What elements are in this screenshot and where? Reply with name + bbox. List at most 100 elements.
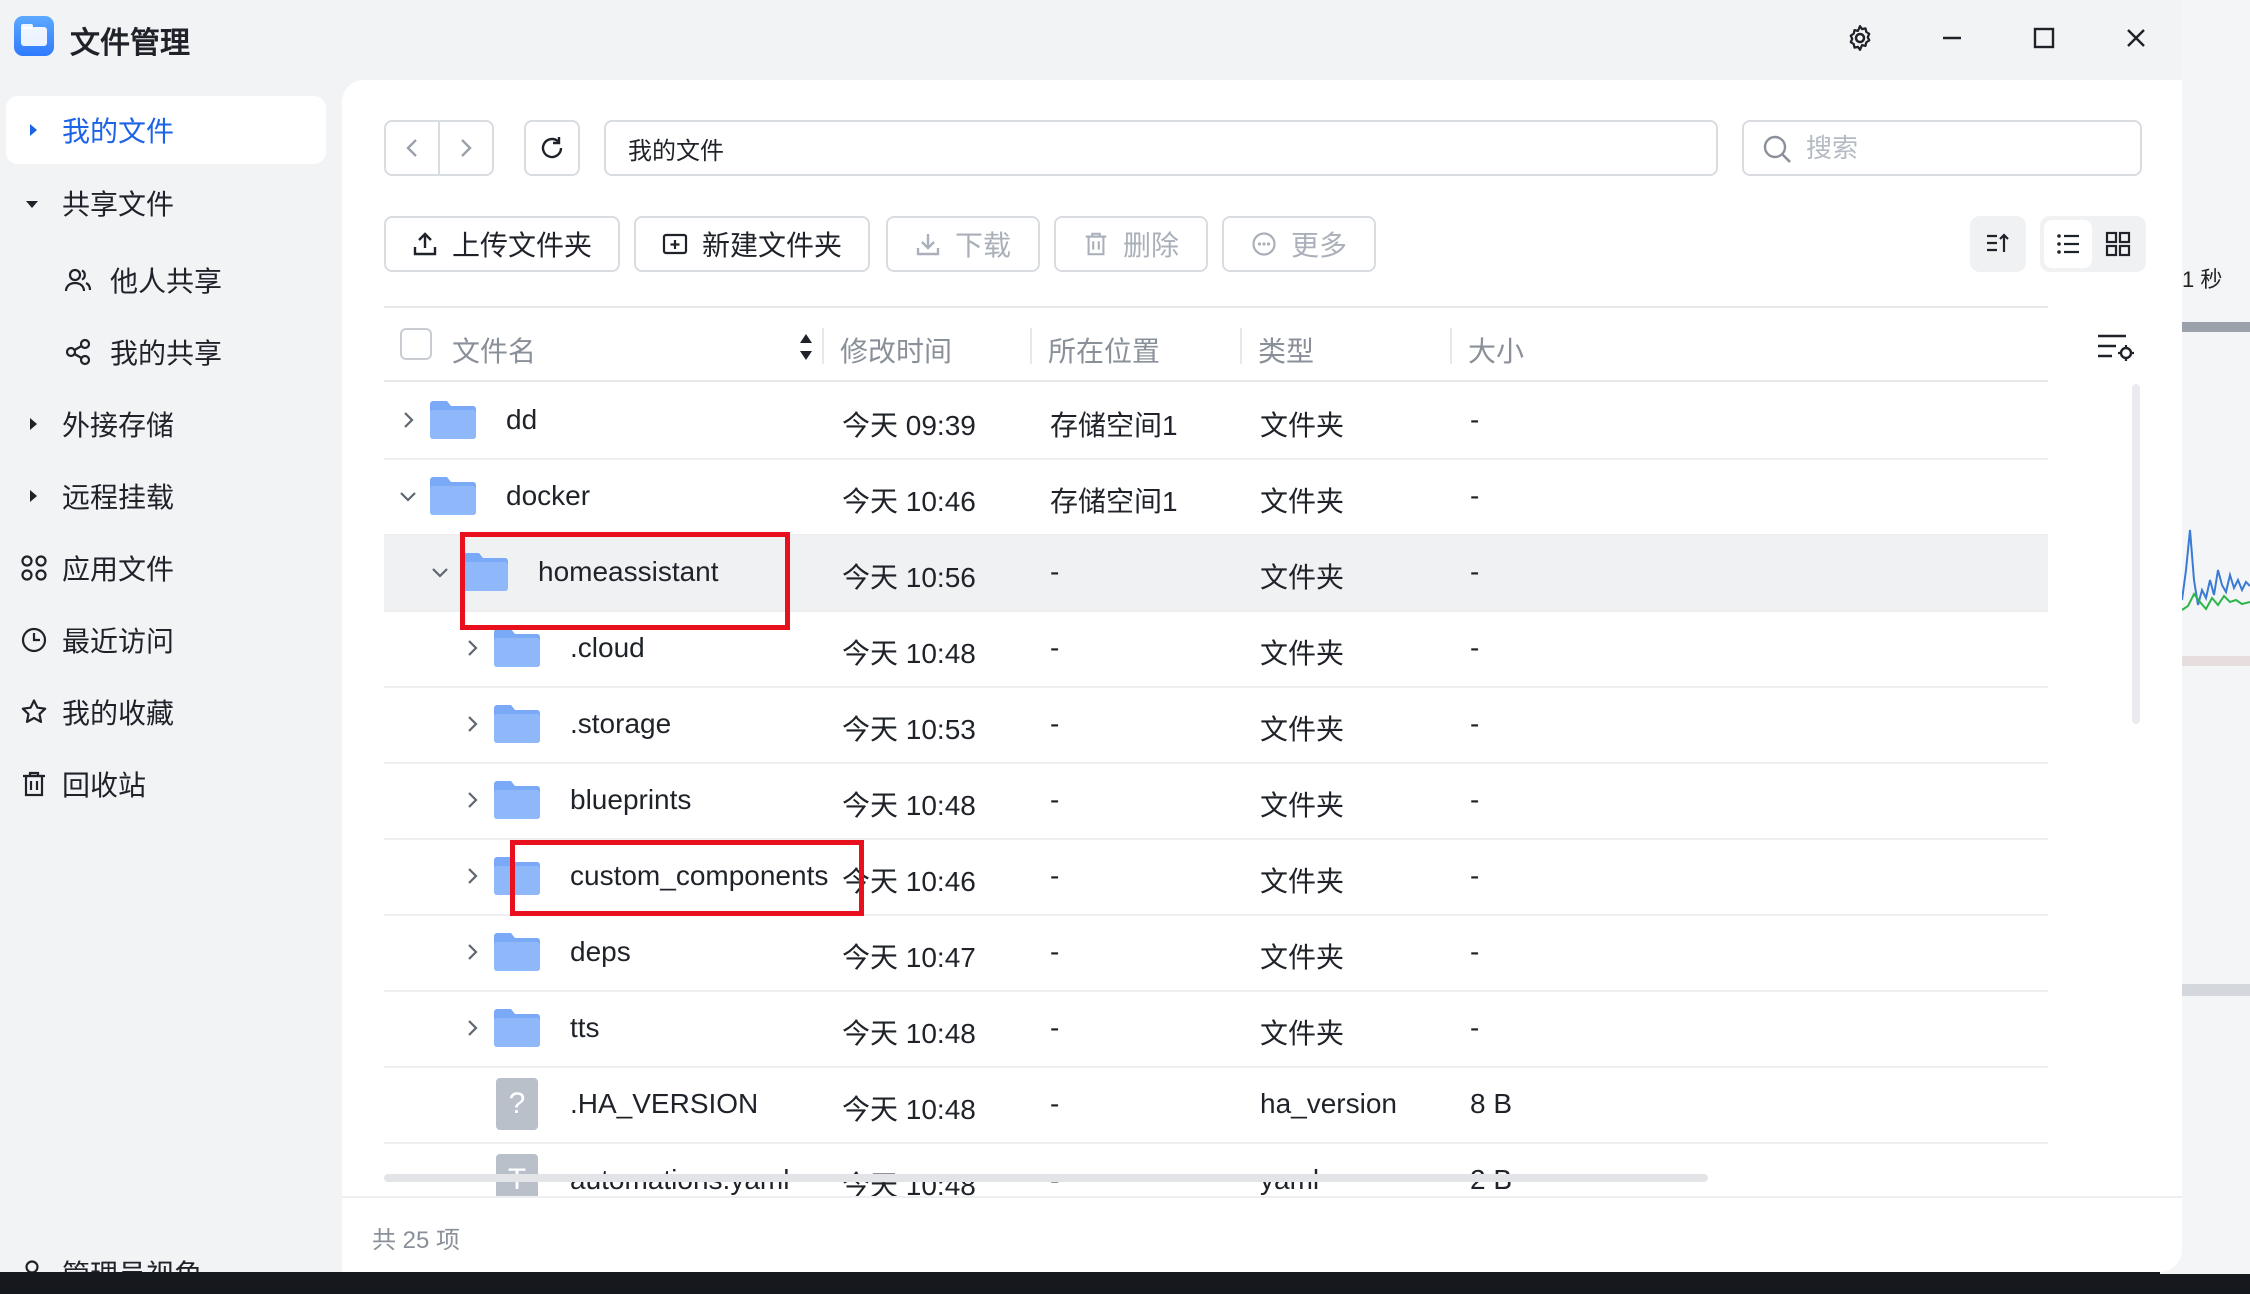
sidebar-item-favorites[interactable]: 我的收藏 xyxy=(6,678,326,746)
table-row[interactable]: blueprints 今天 10:48 - 文件夹 - xyxy=(384,764,2048,840)
table-row[interactable]: docker 今天 10:46 存储空间1 文件夹 - xyxy=(384,460,2048,536)
more-button[interactable]: 更多 xyxy=(1222,216,1376,272)
sidebar-item-recycle-bin[interactable]: 回收站 xyxy=(6,750,326,818)
folder-icon xyxy=(430,401,476,439)
file-modified: 今天 10:56 xyxy=(842,562,976,593)
sidebar-item-my-shares[interactable]: 我的共享 xyxy=(6,318,326,386)
column-header-modified[interactable]: 修改时间 xyxy=(840,330,952,370)
sidebar-item-recent[interactable]: 最近访问 xyxy=(6,606,326,674)
column-header-location[interactable]: 所在位置 xyxy=(1048,330,1160,370)
new-folder-button[interactable]: 新建文件夹 xyxy=(634,216,870,272)
more-label: 更多 xyxy=(1290,230,1347,261)
sidebar-item-remote-mount[interactable]: 远程挂载 xyxy=(6,462,326,530)
chevron-right-icon[interactable] xyxy=(460,940,484,964)
file-location: 存储空间1 xyxy=(1050,410,1178,441)
list-icon xyxy=(2057,234,2079,254)
search-box[interactable] xyxy=(1742,120,2142,176)
sidebar-item-shared-files[interactable]: 共享文件 xyxy=(6,169,326,237)
chevron-right-icon[interactable] xyxy=(460,864,484,888)
file-name: .HA_VERSION xyxy=(570,1088,759,1119)
chevron-right-icon[interactable] xyxy=(396,408,420,432)
grid-view-button[interactable] xyxy=(2094,220,2142,268)
path-input[interactable] xyxy=(604,120,1718,176)
chevron-right-icon[interactable] xyxy=(460,636,484,660)
app-logo-icon xyxy=(14,16,54,56)
file-location: - xyxy=(1050,1012,1060,1043)
column-header-size[interactable]: 大小 xyxy=(1468,330,1524,370)
table-row[interactable]: dd 今天 09:39 存储空间1 文件夹 - xyxy=(384,384,2048,460)
table-row[interactable]: tts 今天 10:48 - 文件夹 - xyxy=(384,992,2048,1068)
download-label: 下载 xyxy=(954,230,1011,261)
sidebar-item-external-storage[interactable]: 外接存储 xyxy=(6,390,326,458)
sidebar-item-app-files[interactable]: 应用文件 xyxy=(6,534,326,602)
column-header-name[interactable]: 文件名 xyxy=(452,330,536,370)
sort-button[interactable] xyxy=(1970,216,2026,272)
file-modified: 今天 10:48 xyxy=(842,790,976,821)
search-input[interactable] xyxy=(1806,130,2126,166)
horizontal-scrollbar[interactable] xyxy=(384,1174,1708,1182)
file-location: - xyxy=(1050,632,1060,663)
settings-button[interactable] xyxy=(1836,14,1884,62)
sort-arrows-icon[interactable] xyxy=(798,332,814,362)
refresh-button[interactable] xyxy=(524,120,580,176)
item-count: 共 25 项 xyxy=(372,1227,461,1254)
file-type: 文件夹 xyxy=(1260,790,1345,821)
table-row[interactable]: .cloud 今天 10:48 - 文件夹 - xyxy=(384,612,2048,688)
main-panel: 上传文件夹 新建文件夹 下载 删除 xyxy=(342,80,2182,1272)
folder-icon xyxy=(430,477,476,515)
new-folder-label: 新建文件夹 xyxy=(701,230,842,261)
table-row[interactable]: ? .HA_VERSION 今天 10:48 - ha_version 8 B xyxy=(384,1068,2048,1144)
close-button[interactable] xyxy=(2112,14,2160,62)
file-size: - xyxy=(1470,404,1480,435)
upload-folder-label: 上传文件夹 xyxy=(451,230,592,261)
background-bar xyxy=(2182,322,2250,332)
file-size: - xyxy=(1470,936,1480,967)
file-size: - xyxy=(1470,556,1480,587)
file-name: homeassistant xyxy=(538,556,719,587)
file-modified: 今天 10:48 xyxy=(842,1094,976,1125)
download-icon xyxy=(916,234,940,256)
download-button[interactable]: 下载 xyxy=(886,216,1040,272)
unknown-file-icon: ? xyxy=(496,1078,538,1130)
file-location: - xyxy=(1050,784,1060,815)
table-row[interactable]: deps 今天 10:47 - 文件夹 - xyxy=(384,916,2048,992)
vertical-scrollbar[interactable] xyxy=(2132,384,2140,724)
forward-button[interactable] xyxy=(440,122,492,174)
table-row[interactable]: custom_components 今天 10:46 - 文件夹 - xyxy=(384,840,2048,916)
column-settings-icon[interactable] xyxy=(2096,330,2136,362)
maximize-button[interactable] xyxy=(2020,14,2068,62)
file-list: dd 今天 09:39 存储空间1 文件夹 - docker 今天 10:46 … xyxy=(384,384,2048,1272)
admin-view-label: 管理员视角 xyxy=(62,1253,202,1272)
caret-right-icon xyxy=(30,124,37,136)
refresh-icon xyxy=(541,137,563,159)
sidebar-item-my-files[interactable]: 我的文件 xyxy=(6,96,326,164)
sidebar-item-label: 远程挂载 xyxy=(62,482,175,513)
admin-view-button[interactable]: 管理员视角 xyxy=(6,1239,326,1272)
upload-folder-button[interactable]: 上传文件夹 xyxy=(384,216,620,272)
back-button[interactable] xyxy=(386,122,440,174)
select-all-checkbox[interactable] xyxy=(400,328,432,360)
chevron-down-icon[interactable] xyxy=(396,484,420,508)
trash-icon xyxy=(1085,232,1107,256)
column-header-type[interactable]: 类型 xyxy=(1258,330,1314,370)
file-location: 存储空间1 xyxy=(1050,486,1178,517)
delete-button[interactable]: 删除 xyxy=(1054,216,1208,272)
file-modified: 今天 10:48 xyxy=(842,638,976,669)
minimize-icon xyxy=(1943,36,1961,40)
chevron-right-icon[interactable] xyxy=(460,712,484,736)
file-location: - xyxy=(1050,708,1060,739)
chevron-right-icon[interactable] xyxy=(460,1016,484,1040)
apps-icon xyxy=(21,555,47,581)
minimize-button[interactable] xyxy=(1928,14,1976,62)
sidebar-item-shared-by-others[interactable]: 他人共享 xyxy=(6,246,326,314)
list-view-button[interactable] xyxy=(2044,220,2092,268)
table-row[interactable]: .storage 今天 10:53 - 文件夹 - xyxy=(384,688,2048,764)
file-manager-window: 文件管理 我的文件 共享文件 他人共享 我的共享 外接存储 远程挂载 应用文件 … xyxy=(0,0,2182,1272)
chevron-down-icon[interactable] xyxy=(428,560,452,584)
view-toggle xyxy=(2040,216,2146,272)
file-modified: 今天 10:46 xyxy=(842,866,976,897)
chevron-right-icon[interactable] xyxy=(460,788,484,812)
folder-icon xyxy=(494,629,540,667)
column-separator xyxy=(822,328,824,364)
table-row[interactable]: homeassistant 今天 10:56 - 文件夹 - xyxy=(384,536,2048,612)
